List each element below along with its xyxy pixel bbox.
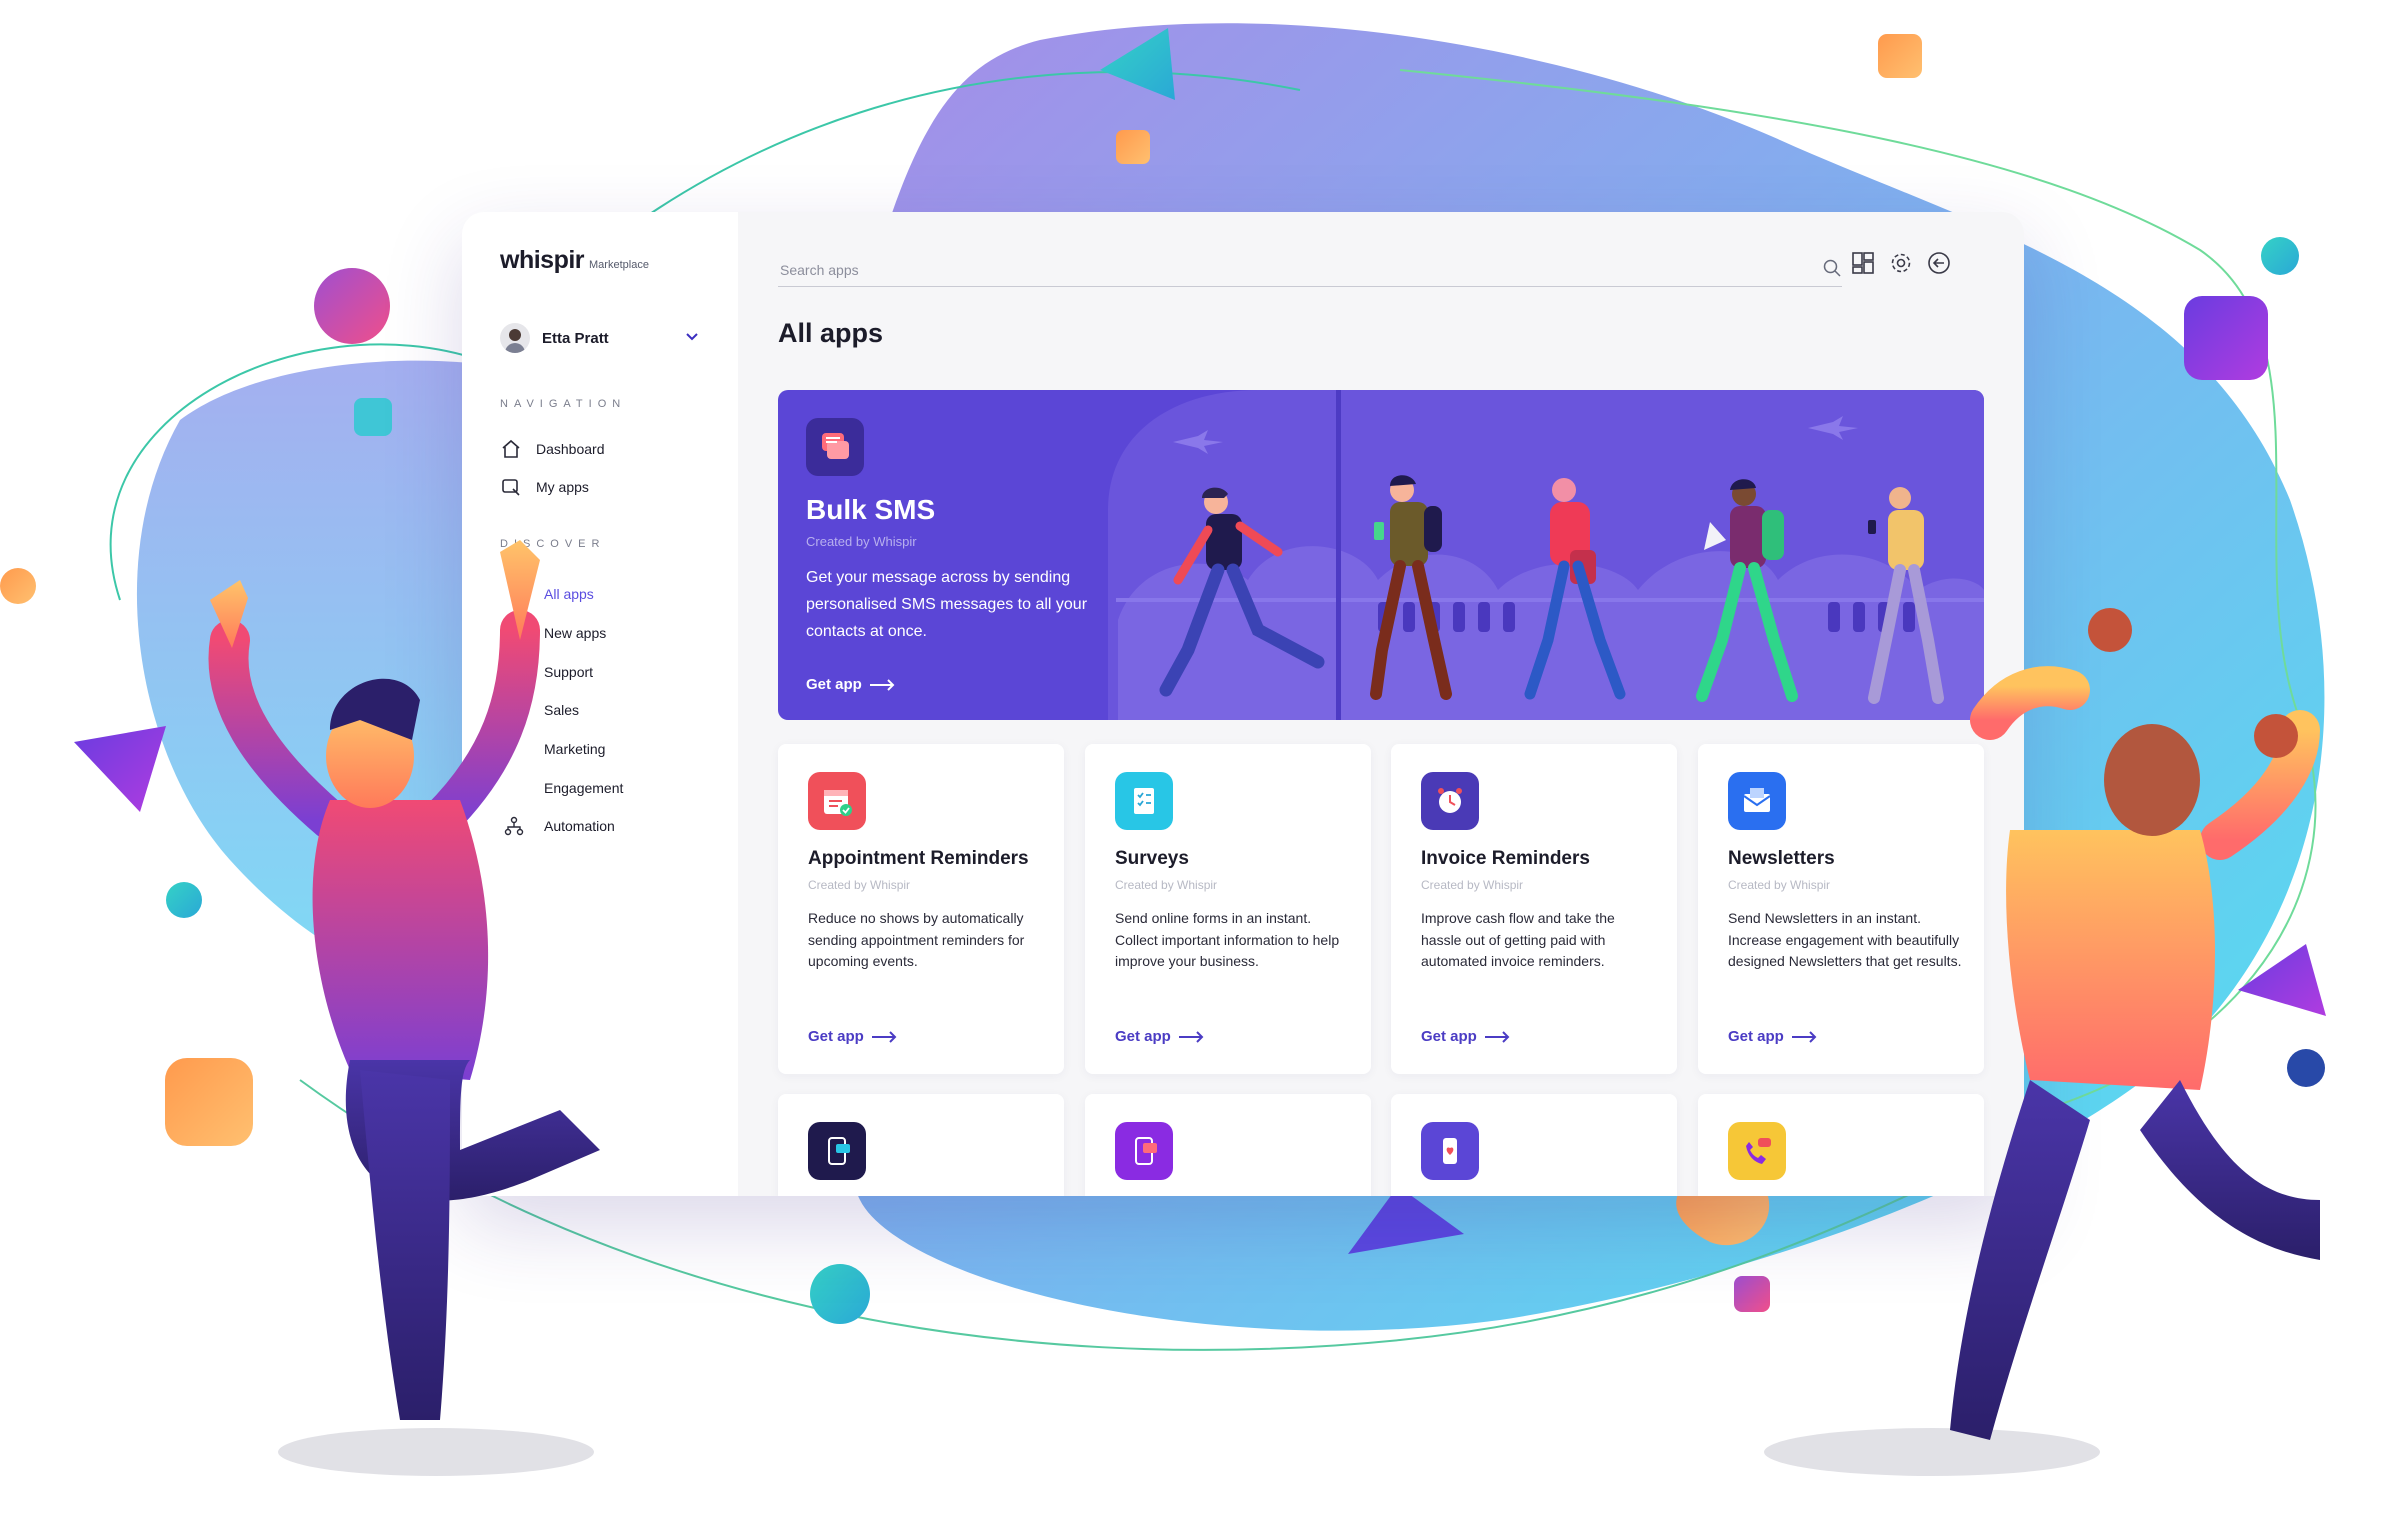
celebrating-people-illustration — [208, 540, 2320, 1440]
